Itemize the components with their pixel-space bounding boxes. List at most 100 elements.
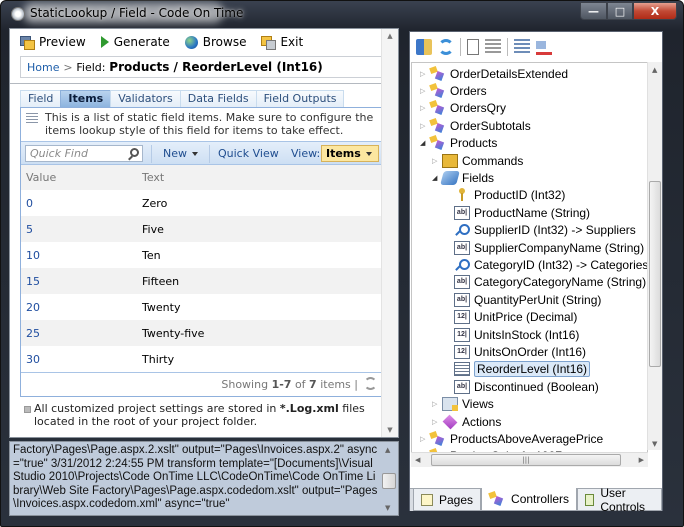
- tree-node[interactable]: ▷ Commands: [432, 152, 523, 169]
- controller-icon: [430, 432, 446, 446]
- table-row[interactable]: 10 Ten: [21, 242, 382, 268]
- tree-node-label: ProductName (String): [474, 205, 591, 220]
- tree-node[interactable]: ab| SupplierCompanyName (String): [454, 239, 644, 256]
- tree-node[interactable]: ab| CategoryCategoryName (String): [454, 274, 646, 291]
- close-button[interactable]: X: [633, 2, 677, 20]
- breadcrumb-home-link[interactable]: Home: [27, 61, 59, 74]
- tree-node[interactable]: SupplierID (Int32) -> Suppliers: [454, 222, 636, 239]
- scroll-right-icon[interactable]: ▶: [639, 456, 644, 464]
- tab-field[interactable]: Field: [20, 90, 62, 107]
- sync-icon[interactable]: [416, 39, 432, 55]
- tree-vertical-scrollbar[interactable]: ▲ ▼: [647, 62, 662, 450]
- column-header-text[interactable]: Text: [142, 165, 382, 190]
- view-selector[interactable]: Items: [321, 145, 379, 162]
- expand-icon[interactable]: ▷: [420, 87, 430, 95]
- tree-hscroll-thumb[interactable]: |||: [431, 454, 621, 466]
- scroll-left-icon[interactable]: ◀: [415, 456, 420, 464]
- value-cell[interactable]: 25: [21, 320, 142, 346]
- tree-node[interactable]: ◢ Products: [420, 135, 497, 152]
- tab-controllers[interactable]: Controllers: [481, 488, 578, 511]
- main-toolbar: Preview Generate Browse Exit: [20, 35, 303, 50]
- tree-node[interactable]: ▷ OrdersQry: [420, 100, 506, 117]
- tree-node[interactable]: ▷ ProductsAboveAveragePrice: [420, 430, 603, 447]
- tree-node[interactable]: 12| UnitPrice (Decimal): [454, 309, 577, 326]
- tree-node[interactable]: CategoryID (Int32) -> Categories: [454, 256, 647, 273]
- scroll-down-icon[interactable]: ▼: [652, 440, 657, 448]
- tree-node-label: UnitPrice (Decimal): [474, 310, 578, 325]
- refresh-icon[interactable]: [364, 377, 377, 390]
- table-row[interactable]: 20 Twenty: [21, 294, 382, 320]
- tree-node[interactable]: ▷ OrderSubtotals: [420, 117, 531, 134]
- expand-icon[interactable]: ▷: [432, 400, 442, 408]
- column-header-value[interactable]: Value: [21, 165, 142, 190]
- browse-button[interactable]: Browse: [184, 35, 246, 49]
- tree-node[interactable]: ▷ Actions: [432, 413, 501, 430]
- text-cell: Fifteen: [142, 268, 382, 294]
- value-cell[interactable]: 20: [21, 294, 142, 320]
- user-controls-icon: [585, 493, 595, 506]
- refresh-icon[interactable]: [438, 39, 454, 55]
- tree-node[interactable]: ReorderLevel (Int16): [454, 361, 591, 378]
- designer-scrollbar[interactable]: ▲ ▼: [381, 29, 398, 437]
- tab-user-controls[interactable]: User Controls: [577, 486, 662, 514]
- expand-icon[interactable]: ▷: [420, 122, 430, 130]
- maximize-button[interactable]: □: [607, 2, 633, 20]
- tree-horizontal-scrollbar[interactable]: ◀ ||| ▶: [411, 452, 648, 467]
- value-cell[interactable]: 15: [21, 268, 142, 294]
- tab-field-outputs[interactable]: Field Outputs: [255, 90, 345, 107]
- generate-button[interactable]: Generate: [100, 35, 170, 49]
- expand-icon[interactable]: ▷: [432, 418, 442, 426]
- tree-node[interactable]: 12| UnitsOnOrder (Int16): [454, 343, 586, 360]
- table-row[interactable]: 25 Twenty-five: [21, 320, 382, 346]
- tree-scroll-thumb[interactable]: [649, 181, 661, 367]
- tree-node[interactable]: 12| UnitsInStock (Int16): [454, 326, 579, 343]
- search-icon[interactable]: [130, 148, 139, 157]
- pages-icon: [421, 493, 433, 506]
- tree-node[interactable]: ab| Discontinued (Boolean): [454, 378, 599, 395]
- tree-node[interactable]: ab| ProductName (String): [454, 204, 590, 221]
- tab-items[interactable]: Items: [60, 90, 112, 107]
- tab-data-fields[interactable]: Data Fields: [179, 90, 257, 107]
- checklist-icon[interactable]: [536, 39, 552, 55]
- collapse-icon[interactable]: ◢: [420, 139, 430, 147]
- scroll-up-icon[interactable]: ▲: [382, 32, 398, 40]
- table-row[interactable]: 0 Zero: [21, 190, 382, 216]
- tree-node[interactable]: ◢ Fields: [432, 169, 494, 186]
- pager: Showing 1-7 of 7 items |: [21, 372, 382, 396]
- properties-list-icon[interactable]: [485, 39, 501, 55]
- table-row[interactable]: 5 Five: [21, 216, 382, 242]
- grid-header: Value Text: [21, 165, 382, 190]
- tree-node[interactable]: ProductID (Int32): [454, 187, 565, 204]
- expand-icon[interactable]: ▷: [432, 157, 442, 165]
- table-row[interactable]: 15 Fifteen: [21, 268, 382, 294]
- divider: [209, 145, 210, 163]
- tree-node[interactable]: ab| QuantityPerUnit (String): [454, 291, 601, 308]
- value-cell[interactable]: 10: [21, 242, 142, 268]
- tree-node[interactable]: ▷ Orders: [420, 82, 487, 99]
- scroll-up-icon[interactable]: ▲: [652, 66, 657, 74]
- log-scrollbar[interactable]: ▲ ▼: [380, 442, 398, 515]
- quick-find-input[interactable]: Quick Find: [25, 145, 143, 162]
- scroll-down-icon[interactable]: ▼: [382, 426, 398, 434]
- quick-view-button[interactable]: Quick View: [218, 147, 279, 160]
- tab-validators[interactable]: Validators: [110, 90, 181, 107]
- scroll-down-icon[interactable]: ▼: [385, 504, 390, 512]
- expand-icon[interactable]: ▷: [420, 435, 430, 443]
- layout-icon[interactable]: [514, 39, 530, 55]
- value-cell[interactable]: 0: [21, 190, 142, 216]
- value-cell[interactable]: 30: [21, 346, 142, 372]
- value-cell[interactable]: 5: [21, 216, 142, 242]
- tree-node[interactable]: ▷ Views: [432, 396, 494, 413]
- new-menu-button[interactable]: New: [163, 147, 198, 160]
- tree-node[interactable]: ▷ OrderDetailsExtended: [420, 65, 568, 82]
- tab-pages[interactable]: Pages: [413, 489, 482, 511]
- preview-button[interactable]: Preview: [20, 35, 86, 50]
- log-scroll-thumb[interactable]: [382, 473, 396, 489]
- expand-icon[interactable]: ▷: [420, 104, 430, 112]
- table-row[interactable]: 30 Thirty: [21, 346, 382, 372]
- minimize-button[interactable]: —: [580, 2, 607, 20]
- scroll-up-icon[interactable]: ▲: [385, 446, 390, 454]
- new-document-icon[interactable]: [467, 39, 479, 55]
- expand-icon[interactable]: ▷: [420, 70, 430, 78]
- exit-button[interactable]: Exit: [261, 35, 303, 50]
